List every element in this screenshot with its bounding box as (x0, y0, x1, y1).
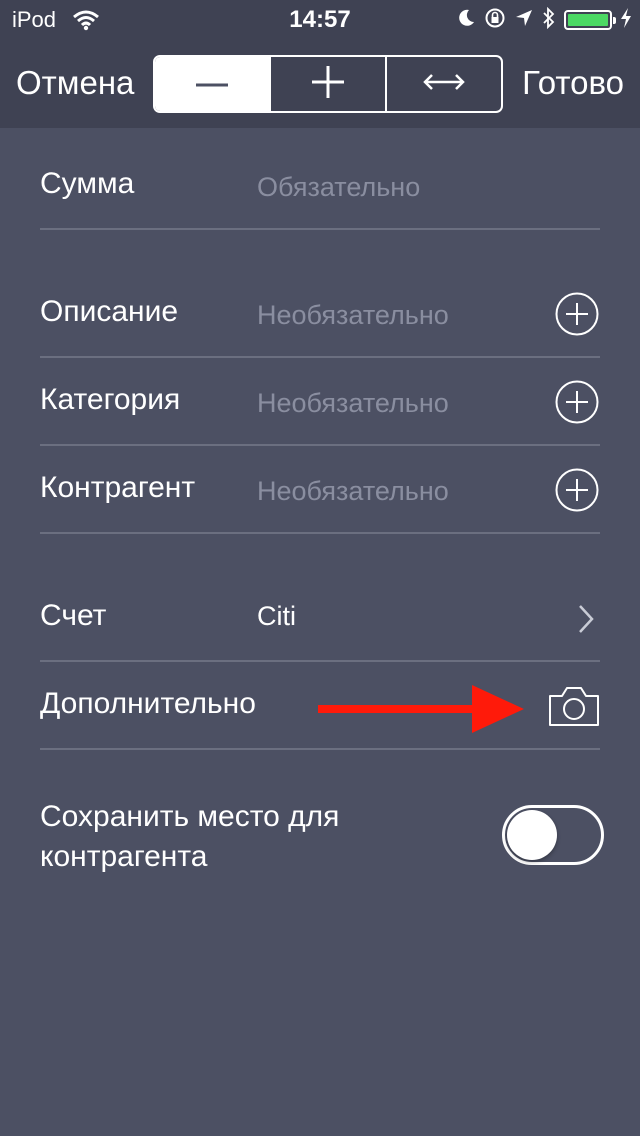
account-label: Счет (40, 599, 107, 632)
divider (40, 532, 600, 534)
add-description-button[interactable] (555, 292, 599, 336)
description-input[interactable] (257, 295, 537, 335)
category-input[interactable] (257, 383, 537, 423)
minus-icon (196, 75, 228, 93)
orientation-lock-icon (484, 7, 506, 34)
transaction-type-segmented-control (153, 55, 503, 113)
divider (40, 748, 600, 750)
done-button[interactable]: Готово (522, 64, 624, 102)
counterparty-input[interactable] (257, 471, 537, 511)
divider (40, 660, 600, 662)
save-location-label-line2: контрагента (40, 840, 208, 873)
add-category-button[interactable] (555, 380, 599, 424)
save-location-label: Сохранить место для контрагента (40, 797, 460, 877)
toggle-knob (507, 810, 557, 860)
add-counterparty-button[interactable] (555, 468, 599, 512)
amount-input[interactable] (257, 167, 537, 207)
battery-icon (564, 10, 616, 30)
segment-expense[interactable] (155, 57, 269, 111)
category-label: Категория (40, 383, 181, 416)
moon-icon (456, 8, 476, 33)
counterparty-label: Контрагент (40, 471, 196, 504)
cancel-button[interactable]: Отмена (16, 64, 134, 102)
divider (40, 356, 600, 358)
divider (40, 228, 600, 230)
segment-income[interactable] (269, 57, 385, 111)
description-label: Описание (40, 295, 179, 328)
account-value[interactable]: Citi (257, 601, 296, 632)
status-bar: iPod 14:57 (0, 0, 640, 40)
charging-bolt-icon (620, 7, 632, 34)
transfer-arrows-icon (422, 72, 466, 97)
extra-label: Дополнительно (40, 687, 256, 720)
save-location-label-line1: Сохранить место для (40, 800, 340, 833)
circle-plus-icon (555, 380, 599, 424)
chevron-right-icon[interactable] (577, 604, 595, 639)
annotation-arrow-icon (316, 683, 526, 740)
amount-label: Сумма (40, 167, 135, 200)
camera-button[interactable] (547, 684, 601, 733)
divider (40, 444, 600, 446)
top-bar: iPod 14:57 Отмена Готово (0, 0, 640, 128)
circle-plus-icon (555, 292, 599, 336)
status-icons (456, 6, 632, 34)
bluetooth-icon (542, 6, 556, 34)
plus-icon (312, 65, 344, 103)
camera-icon (549, 687, 599, 726)
save-location-toggle[interactable] (502, 805, 604, 865)
segment-transfer[interactable] (385, 57, 501, 111)
circle-plus-icon (555, 468, 599, 512)
location-arrow-icon (514, 8, 534, 33)
